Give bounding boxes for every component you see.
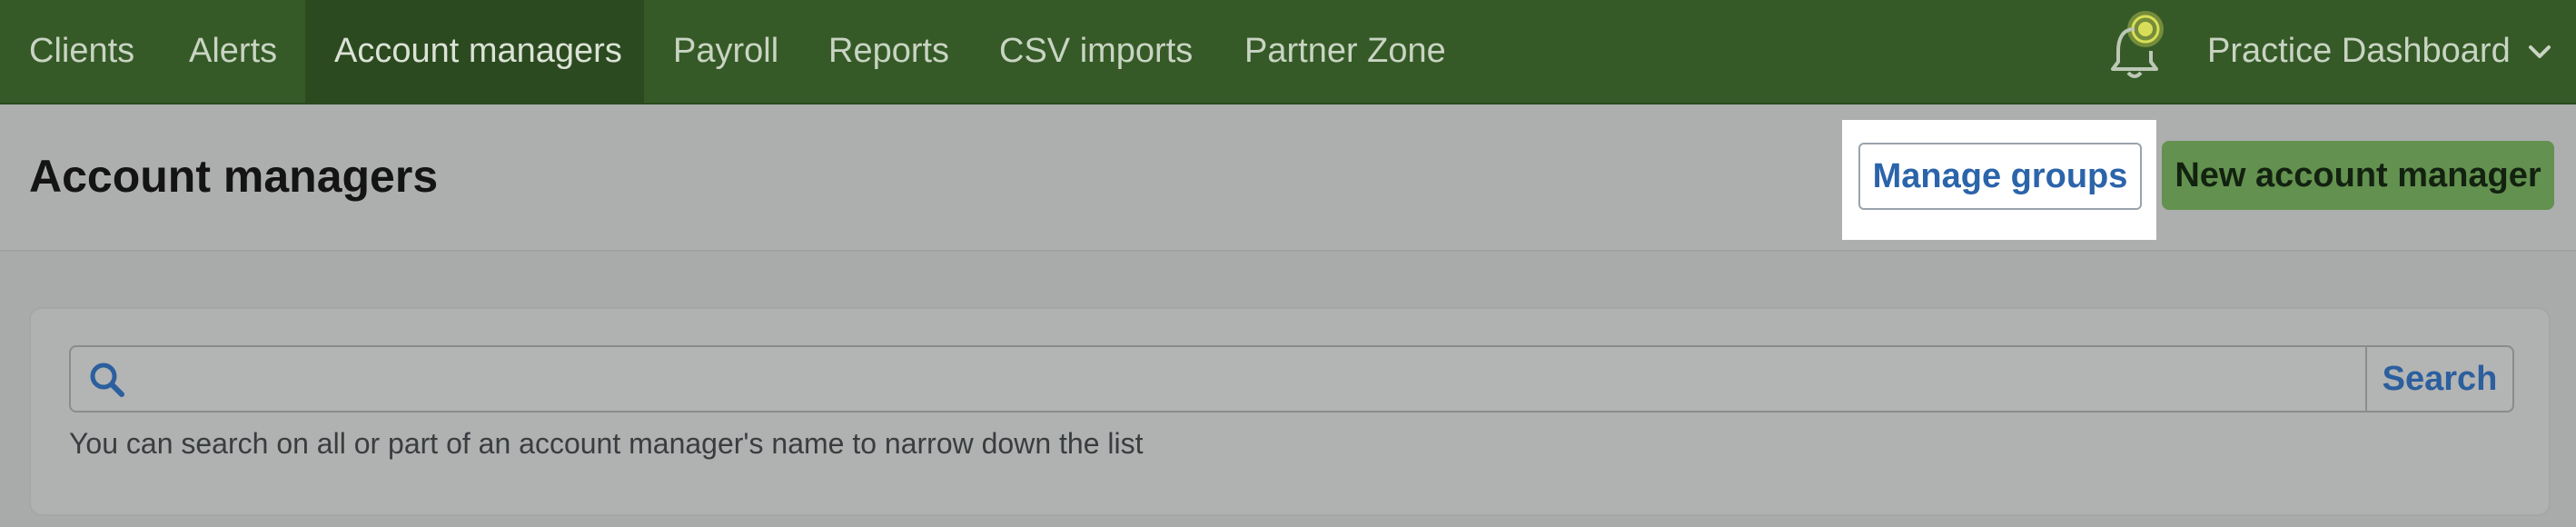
top-navigation: Clients Alerts Account managers Payroll … xyxy=(0,0,2576,104)
nav-item-account-managers[interactable]: Account managers xyxy=(305,0,644,103)
search-panel: Search You can search on all or part of … xyxy=(29,307,2551,516)
page-title: Account managers xyxy=(29,151,439,202)
bell-icon[interactable] xyxy=(2098,9,2171,82)
practice-dashboard-menu[interactable]: Practice Dashboard xyxy=(2207,0,2511,103)
search-bar: Search xyxy=(69,345,2514,413)
nav-item-csv-imports[interactable]: CSV imports xyxy=(970,0,1222,103)
nav-item-clients[interactable]: Clients xyxy=(0,0,163,103)
search-button[interactable]: Search xyxy=(2365,347,2512,411)
new-account-manager-button[interactable]: New account manager xyxy=(2162,141,2554,210)
chevron-down-icon[interactable] xyxy=(2525,38,2554,65)
nav-item-partner-zone[interactable]: Partner Zone xyxy=(1215,0,1475,103)
search-icon xyxy=(90,363,124,397)
nav-item-alerts[interactable]: Alerts xyxy=(160,0,306,103)
manage-groups-button[interactable]: Manage groups xyxy=(1858,143,2142,210)
nav-item-payroll[interactable]: Payroll xyxy=(644,0,807,103)
search-hint: You can search on all or part of an acco… xyxy=(69,427,1144,460)
search-input[interactable] xyxy=(144,353,2418,407)
nav-item-reports[interactable]: Reports xyxy=(799,0,978,103)
page-header: Account managers Manage groups New accou… xyxy=(0,104,2576,252)
